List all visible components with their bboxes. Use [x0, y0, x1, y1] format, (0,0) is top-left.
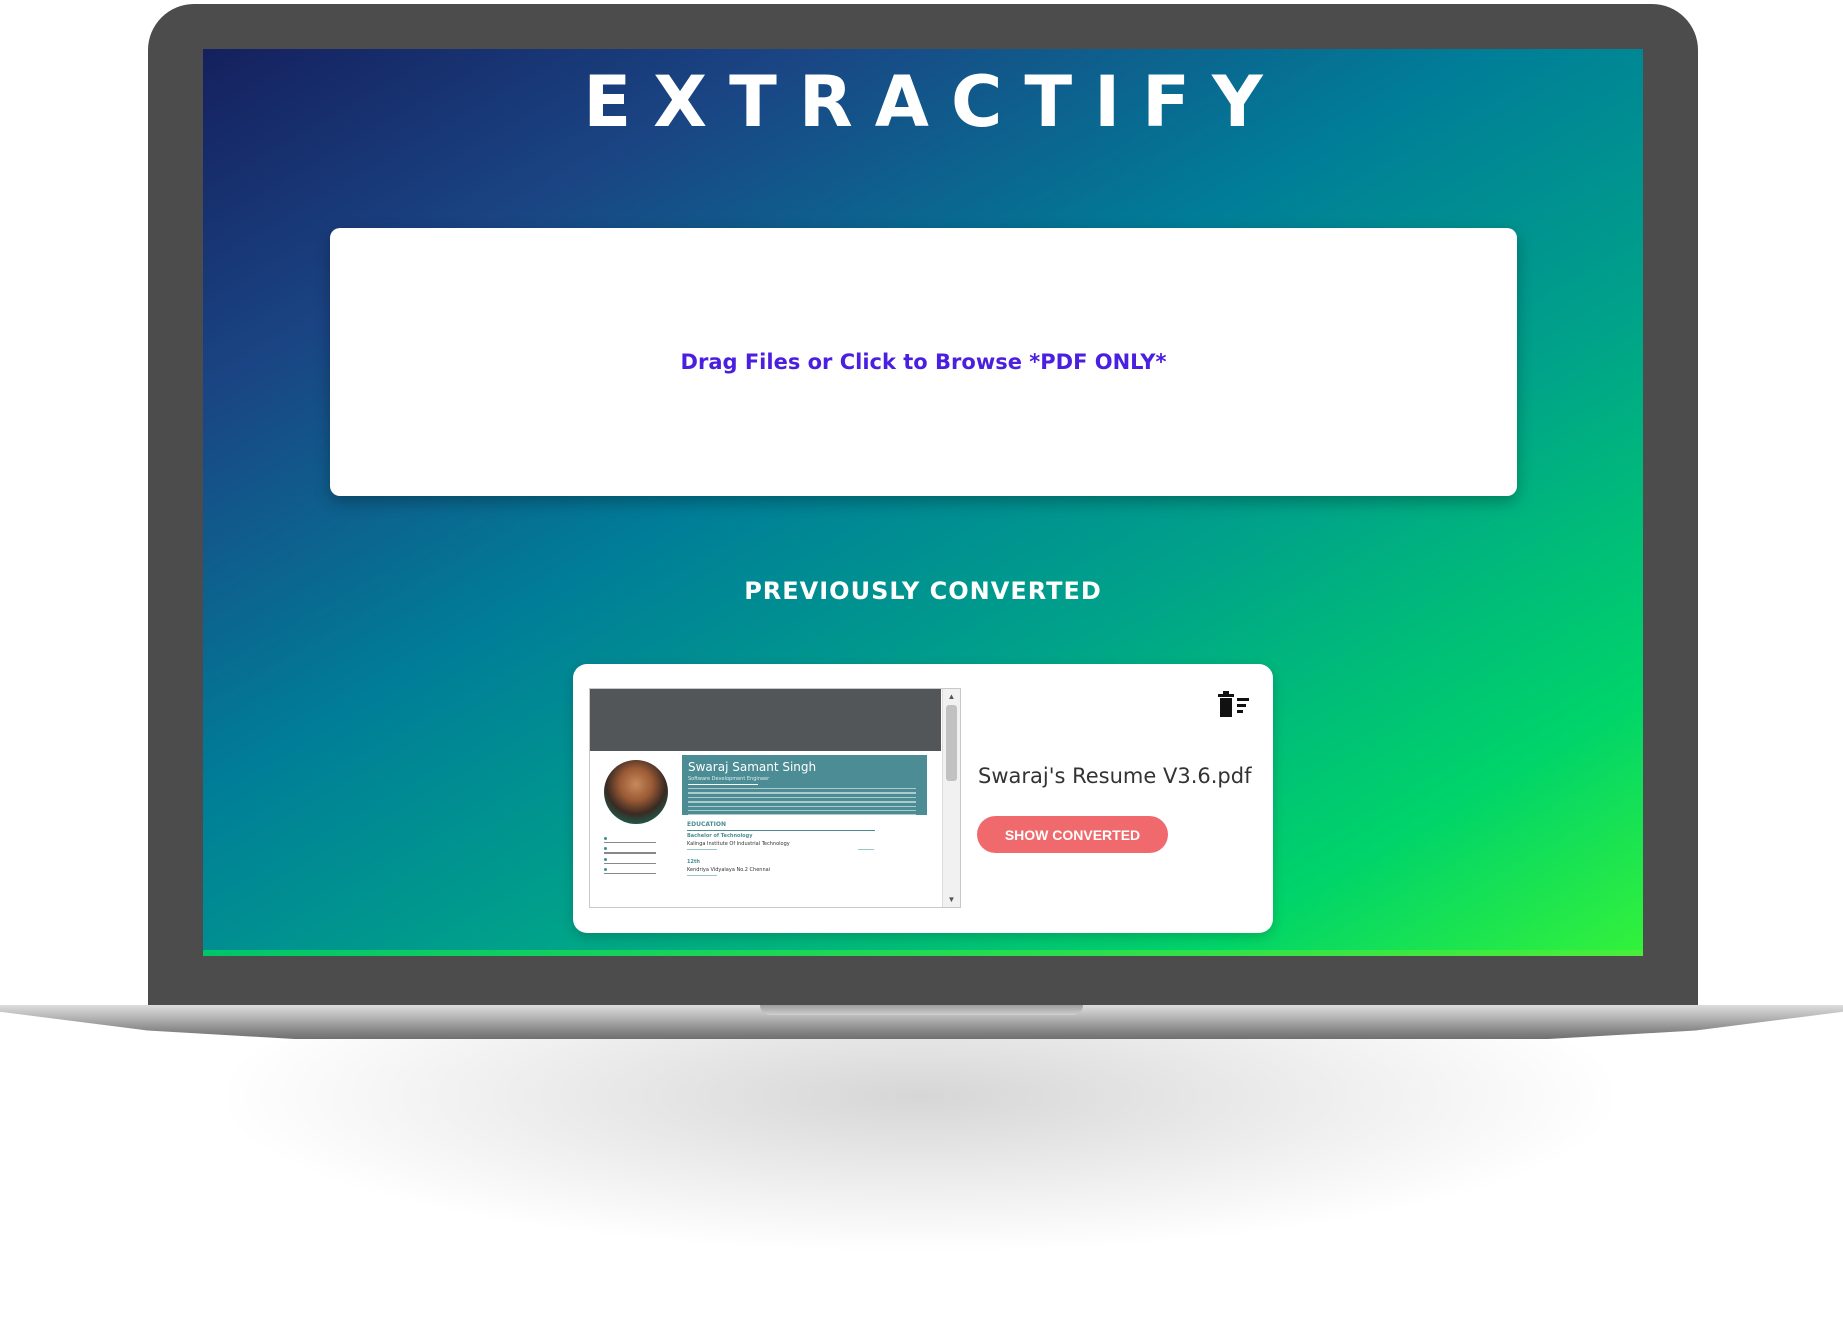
pdf-page: Swaraj Samant Singh Software Development… — [590, 751, 941, 907]
pdf-viewer-toolbar — [590, 689, 941, 751]
resume-school: Kalinga Institute Of Industrial Technolo… — [687, 841, 790, 847]
laptop-notch — [760, 1005, 1083, 1015]
resume-summary — [688, 788, 916, 819]
app-screen: EXTRACTIFY Drag Files or Click to Browse… — [203, 49, 1643, 956]
pdf-preview[interactable]: Swaraj Samant Singh Software Development… — [589, 688, 961, 908]
pdf-scrollbar[interactable]: ▲ ▼ — [942, 689, 960, 907]
resume-education-heading: EDUCATION — [687, 821, 726, 828]
scroll-down-arrow-icon[interactable]: ▼ — [943, 895, 960, 904]
delete-trash-icon[interactable] — [1217, 691, 1251, 721]
file-dropzone[interactable]: Drag Files or Click to Browse *PDF ONLY* — [330, 228, 1517, 496]
resume-name: Swaraj Samant Singh — [688, 760, 817, 774]
scroll-up-arrow-icon[interactable]: ▲ — [943, 692, 960, 701]
resume-degree-2: 12th — [687, 859, 700, 865]
resume-degree: Bachelor of Technology — [687, 833, 753, 839]
laptop-shadow — [230, 1030, 1610, 1250]
resume-school-2: Kendriya Vidyalaya No.2 Chennai — [687, 867, 771, 873]
previously-converted-heading: PREVIOUSLY CONVERTED — [744, 577, 1102, 605]
dropzone-prompt: Drag Files or Click to Browse *PDF ONLY* — [680, 350, 1167, 374]
resume-date-line — [687, 849, 717, 851]
converted-file-card: Swaraj Samant Singh Software Development… — [573, 664, 1273, 933]
resume-header-banner: Swaraj Samant Singh Software Development… — [682, 755, 927, 816]
resume-contact-column — [604, 833, 664, 875]
resume-score-line — [858, 849, 874, 851]
resume-role: Software Development Engineer — [688, 776, 770, 782]
education-divider — [687, 830, 875, 831]
screen-bottom-strip — [203, 950, 1643, 956]
resume-date-line-2 — [687, 875, 717, 877]
show-converted-button[interactable]: SHOW CONVERTED — [977, 816, 1168, 853]
scroll-thumb[interactable] — [946, 705, 957, 781]
app-title: EXTRACTIFY — [583, 61, 1285, 143]
resume-photo — [604, 760, 668, 824]
name-underline — [688, 784, 758, 785]
converted-file-name: Swaraj's Resume V3.6.pdf — [978, 764, 1252, 788]
